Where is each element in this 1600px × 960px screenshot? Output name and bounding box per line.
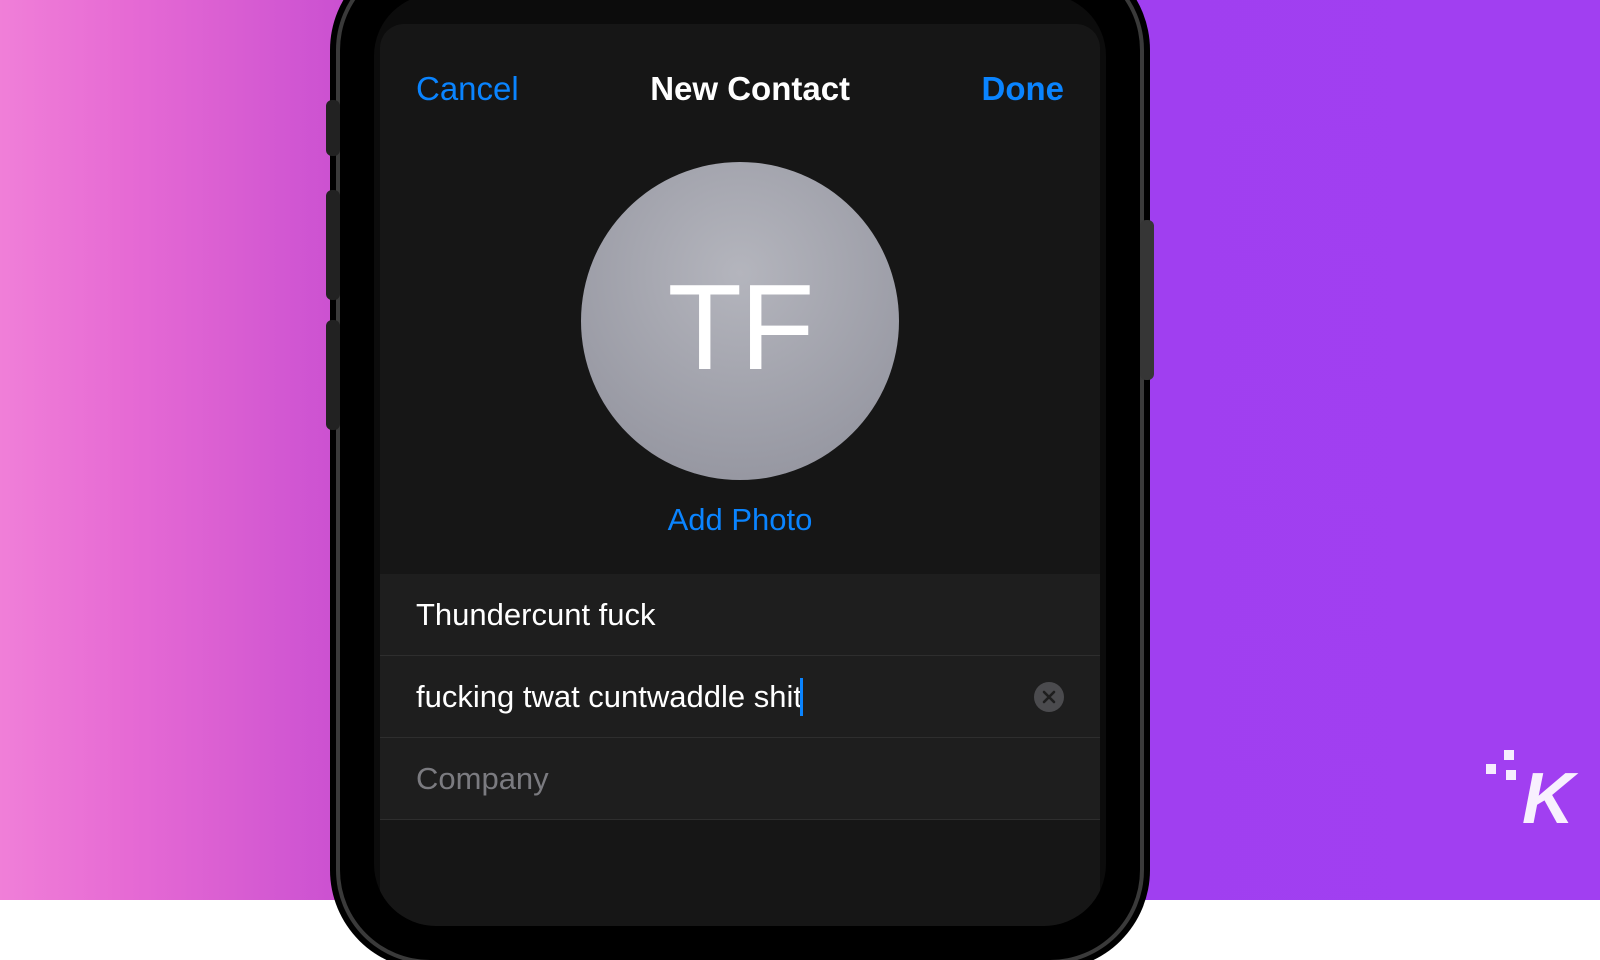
avatar-section: TF Add Photo (380, 162, 1100, 538)
watermark-dots (1486, 750, 1526, 790)
close-icon (1042, 690, 1056, 704)
phone-volume-up (326, 190, 340, 300)
company-row[interactable] (380, 738, 1100, 820)
new-contact-sheet: Cancel New Contact Done TF Add Photo fuc… (380, 24, 1100, 926)
last-name-text[interactable]: fucking twat cuntwaddle shit (416, 679, 802, 715)
phone-frame: Cancel New Contact Done TF Add Photo fuc… (340, 0, 1140, 960)
phone-power-button (1140, 220, 1154, 380)
navbar: Cancel New Contact Done (380, 24, 1100, 124)
cancel-button[interactable]: Cancel (416, 70, 519, 108)
phone-side-button (326, 100, 340, 156)
add-photo-button[interactable]: Add Photo (668, 502, 813, 538)
sheet-title: New Contact (650, 70, 850, 108)
phone-screen: Cancel New Contact Done TF Add Photo fuc… (374, 0, 1106, 926)
watermark-letter: K (1522, 759, 1570, 839)
first-name-input[interactable] (416, 597, 1064, 633)
clear-text-button[interactable] (1034, 682, 1064, 712)
last-name-row[interactable]: fucking twat cuntwaddle shit (380, 656, 1100, 738)
contact-fields: fucking twat cuntwaddle shit (380, 574, 1100, 820)
text-cursor (800, 678, 803, 716)
avatar-initials: TF (667, 257, 812, 397)
avatar-circle[interactable]: TF (581, 162, 899, 480)
first-name-row[interactable] (380, 574, 1100, 656)
company-input[interactable] (416, 761, 1064, 797)
phone-volume-down (326, 320, 340, 430)
done-button[interactable]: Done (982, 70, 1065, 108)
watermark-logo: K (1522, 758, 1570, 840)
